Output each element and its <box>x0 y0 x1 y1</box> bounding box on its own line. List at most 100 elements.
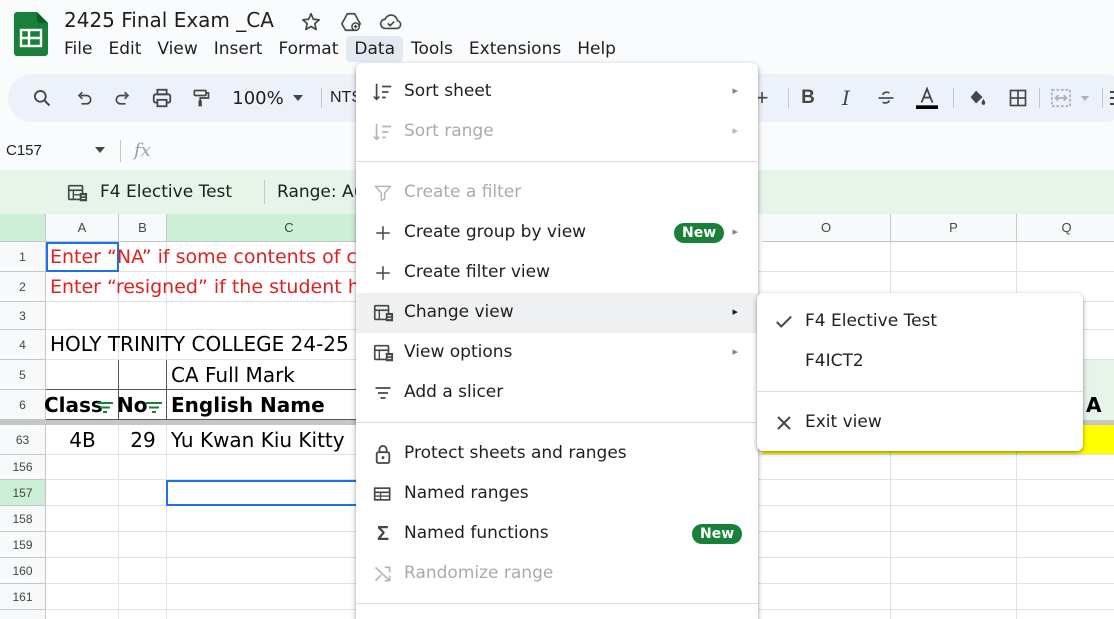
column-header-p[interactable]: P <box>891 214 1017 242</box>
cell-a6[interactable]: Class <box>44 393 103 417</box>
row-header[interactable]: 2 <box>0 272 46 302</box>
menu-item-change-view[interactable]: Change view ▸ <box>356 293 758 333</box>
new-badge: New <box>674 223 725 243</box>
shuffle-icon <box>371 562 395 586</box>
row-header[interactable]: 63 <box>0 425 46 455</box>
menu-help[interactable]: Help <box>569 36 624 62</box>
named-ranges-icon <box>371 482 395 506</box>
row-header[interactable]: 158 <box>0 506 46 532</box>
undo-icon[interactable] <box>72 86 96 110</box>
zoom-caret-icon[interactable] <box>290 86 306 110</box>
cell-a4[interactable]: HOLY TRINITY COLLEGE 24-25 F <box>50 332 367 356</box>
menu-item-create-group-by-view[interactable]: Create group by view New ▸ <box>356 213 758 253</box>
paint-format-icon[interactable] <box>189 86 213 110</box>
row-header[interactable]: 156 <box>0 455 46 480</box>
cloud-status-icon[interactable] <box>378 9 404 35</box>
cell-c5[interactable]: CA Full Mark <box>171 363 295 387</box>
menu-tools[interactable]: Tools <box>403 36 461 62</box>
row-header[interactable]: 157 <box>0 480 46 506</box>
toolbar-divider <box>788 88 789 108</box>
row-header[interactable]: 4 <box>0 330 46 360</box>
select-all-corner[interactable] <box>0 214 46 242</box>
menu-item-sort-sheet[interactable]: Sort sheet ▸ <box>356 72 758 112</box>
menu-item-named-ranges[interactable]: Named ranges <box>356 474 758 514</box>
menu-file[interactable]: File <box>56 36 100 62</box>
borders-icon[interactable] <box>1006 86 1030 110</box>
toolbar-divider <box>321 88 322 108</box>
menu-item-named-functions[interactable]: Σ Named functions New <box>356 514 758 554</box>
row-header[interactable]: 3 <box>0 302 46 330</box>
menu-extensions[interactable]: Extensions <box>461 36 569 62</box>
column-header-a[interactable]: A <box>46 214 119 242</box>
cell-c63[interactable]: Yu Kwan Kiu Kitty <box>171 428 345 452</box>
redo-icon[interactable] <box>111 86 135 110</box>
menu-item-randomize-range: Randomize range <box>356 554 758 594</box>
row-header[interactable]: 161 <box>0 584 46 610</box>
filter-icon <box>371 181 395 205</box>
merge-cells-icon[interactable] <box>1048 86 1074 110</box>
italic-icon[interactable]: I <box>834 86 858 110</box>
row-header[interactable]: 160 <box>0 558 46 584</box>
submenu-arrow-icon: ▸ <box>732 226 738 238</box>
bold-icon[interactable]: B <box>796 86 820 110</box>
name-box-caret-icon[interactable] <box>94 146 106 154</box>
sort-icon <box>371 120 395 144</box>
move-to-drive-icon[interactable] <box>338 9 364 35</box>
cell-b63[interactable]: 29 <box>119 428 167 452</box>
cell-c6[interactable]: English Name <box>171 393 325 417</box>
column-header-o[interactable]: O <box>762 214 891 242</box>
column-header-b[interactable]: B <box>119 214 167 242</box>
row-header[interactable]: 1 <box>0 242 46 272</box>
filter-view-range[interactable]: Range: A( <box>277 182 360 202</box>
submenu-arrow-icon: ▸ <box>732 85 738 97</box>
cell-a63[interactable]: 4B <box>46 428 119 452</box>
row-header[interactable]: 5 <box>0 360 46 390</box>
cell-b6[interactable]: No <box>117 393 147 417</box>
cell-q6[interactable]: A <box>1086 393 1101 417</box>
menu-bar: File Edit View Insert Format Data Tools … <box>56 36 624 62</box>
menu-item-add-slicer[interactable]: Add a slicer <box>356 373 758 413</box>
filter-icon[interactable] <box>96 402 114 414</box>
menu-edit[interactable]: Edit <box>100 36 149 62</box>
table-view-icon[interactable] <box>66 182 88 209</box>
menu-data[interactable]: Data <box>346 36 403 62</box>
document-title[interactable]: 2425 Final Exam _CA <box>64 8 274 32</box>
menu-insert[interactable]: Insert <box>206 36 271 62</box>
selected-cell-c157[interactable] <box>166 480 362 506</box>
menu-item-protect-sheets[interactable]: Protect sheets and ranges <box>356 434 758 474</box>
cell-a1[interactable]: Enter “NA” if some contents of con <box>50 246 381 268</box>
column-header-q[interactable]: Q <box>1017 214 1114 242</box>
menu-item-create-filter-view[interactable]: Create filter view <box>356 253 758 293</box>
row-header[interactable]: 6 <box>0 390 46 420</box>
search-menus-icon[interactable] <box>30 86 54 110</box>
menu-divider <box>356 603 758 604</box>
menu-item-view-options[interactable]: View options ▸ <box>356 333 758 373</box>
sigma-icon: Σ <box>376 522 389 545</box>
menu-divider <box>356 422 758 423</box>
header-border <box>46 389 406 390</box>
toolbar-divider <box>953 88 954 108</box>
row-header[interactable] <box>0 610 46 619</box>
menu-item-sort-range: Sort range ▸ <box>356 112 758 152</box>
view-option-f4ict2[interactable]: F4ICT2 <box>757 342 1083 382</box>
plus-icon <box>371 221 395 245</box>
row-header[interactable]: 159 <box>0 532 46 558</box>
menu-view[interactable]: View <box>149 36 205 62</box>
horizontal-align-icon[interactable] <box>1108 86 1114 110</box>
cell-a2[interactable]: Enter “resigned” if the student has <box>50 276 381 298</box>
sheets-logo-icon[interactable] <box>14 12 48 56</box>
filter-view-name[interactable]: F4 Elective Test <box>100 182 232 202</box>
menu-format[interactable]: Format <box>270 36 346 62</box>
submenu-arrow-icon: ▸ <box>732 125 738 137</box>
text-color-icon[interactable] <box>912 86 942 110</box>
zoom-select[interactable]: 100% <box>230 86 286 110</box>
print-icon[interactable] <box>150 86 174 110</box>
star-icon[interactable] <box>298 9 324 35</box>
view-option-f4-elective-test[interactable]: F4 Elective Test <box>757 302 1083 342</box>
close-icon <box>773 412 795 434</box>
exit-view-button[interactable]: Exit view <box>757 403 1083 443</box>
fill-color-icon[interactable] <box>964 86 990 110</box>
strikethrough-icon[interactable] <box>874 86 898 110</box>
filter-icon[interactable] <box>145 402 163 414</box>
merge-caret-icon[interactable] <box>1078 86 1092 110</box>
